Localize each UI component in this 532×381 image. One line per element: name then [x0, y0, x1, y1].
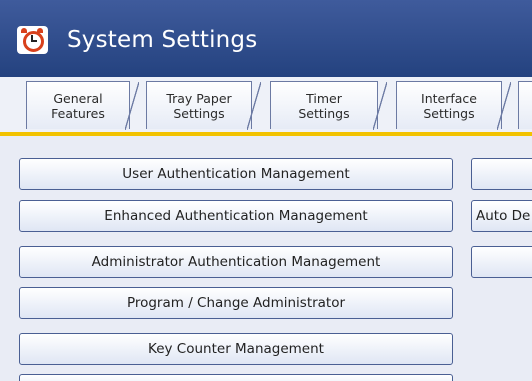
- tab-label-line2: Settings: [173, 105, 225, 121]
- right-column-button-1[interactable]: [471, 158, 532, 190]
- system-settings-screen: System Settings General Features Tray Pa…: [0, 0, 532, 381]
- program-change-administrator-button[interactable]: Program / Change Administrator: [19, 287, 453, 319]
- tab-timer-settings[interactable]: Timer Settings: [270, 81, 387, 130]
- page-title: System Settings: [67, 27, 258, 53]
- tab-label-line1: Interface: [421, 90, 477, 106]
- tab-label-line1: General: [53, 90, 103, 106]
- tab-label-line2: Settings: [423, 105, 475, 121]
- tab-tray-paper-settings[interactable]: Tray Paper Settings: [146, 81, 261, 130]
- tab-general-features[interactable]: General Features: [26, 81, 139, 130]
- enhanced-authentication-management-button[interactable]: Enhanced Authentication Management: [19, 200, 453, 232]
- tab-label-line2: Settings: [298, 105, 350, 121]
- tab-partial[interactable]: [518, 81, 532, 129]
- alarm-clock-icon: [17, 26, 48, 54]
- tab-label-line1: Timer: [306, 90, 342, 106]
- tab-label-line1: Tray Paper: [166, 90, 232, 106]
- auto-delete-button[interactable]: Auto De: [471, 200, 532, 232]
- user-authentication-management-button[interactable]: User Authentication Management: [19, 158, 453, 190]
- tab-label-line2: Features: [51, 105, 105, 121]
- right-column-button-3[interactable]: [471, 246, 532, 278]
- tab-interface-settings[interactable]: Interface Settings: [396, 81, 511, 130]
- administrator-authentication-management-button[interactable]: Administrator Authentication Management: [19, 246, 453, 278]
- partial-next-button[interactable]: [19, 374, 453, 381]
- key-counter-management-button[interactable]: Key Counter Management: [19, 333, 453, 365]
- title-bar: System Settings: [0, 0, 532, 77]
